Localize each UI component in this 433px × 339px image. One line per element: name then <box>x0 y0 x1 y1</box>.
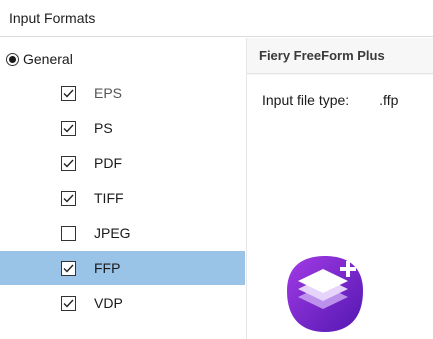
format-checkbox[interactable] <box>61 190 76 206</box>
checkmark-icon <box>63 194 74 203</box>
format-checkbox[interactable] <box>61 225 76 241</box>
format-checkbox[interactable] <box>61 85 76 101</box>
checkmark-icon <box>63 89 74 98</box>
section-header: Input Formats <box>0 0 433 37</box>
format-checkbox[interactable] <box>61 120 76 136</box>
checkmark-icon <box>63 124 74 133</box>
details-title: Fiery FreeForm Plus <box>259 48 385 63</box>
checkmark-icon <box>63 264 74 273</box>
property-value: .ffp <box>379 92 399 108</box>
checkmark-icon <box>63 299 74 308</box>
format-label: PDF <box>94 155 122 171</box>
details-body: Input file type: .ffp <box>247 75 433 339</box>
radio-selected-dot <box>9 55 16 63</box>
format-checkbox[interactable] <box>61 155 76 171</box>
format-item-ffp[interactable]: FFP <box>0 251 245 285</box>
format-item-eps[interactable]: EPS <box>0 76 245 110</box>
property-label: Input file type: <box>262 92 350 108</box>
format-checkbox[interactable] <box>61 295 76 311</box>
general-radio-button[interactable] <box>6 52 19 66</box>
format-item-pdf[interactable]: PDF <box>0 146 245 180</box>
general-radio-label: General <box>23 51 73 67</box>
format-item-vdp[interactable]: VDP <box>0 286 245 320</box>
details-header: Fiery FreeForm Plus <box>247 38 433 74</box>
general-radio-option[interactable]: General <box>6 49 73 69</box>
format-label: VDP <box>94 295 123 311</box>
input-file-type-row: Input file type: .ffp <box>262 92 398 108</box>
format-label: PS <box>94 120 113 136</box>
format-item-ps[interactable]: PS <box>0 111 245 145</box>
section-title: Input Formats <box>9 10 96 26</box>
stacked-layers-plus-icon <box>287 256 363 332</box>
format-label: JPEG <box>94 225 131 241</box>
format-label: TIFF <box>94 190 124 206</box>
format-list-pane: General EPS PS PDF TIFF JPEG FFP VDP <box>0 38 247 339</box>
format-checkbox[interactable] <box>61 260 76 276</box>
input-formats-panel: Input Formats General EPS PS PDF TIFF JPEG FF… <box>0 0 433 339</box>
format-label: FFP <box>94 260 121 276</box>
format-label: EPS <box>94 85 123 101</box>
details-pane: Fiery FreeForm Plus Input file type: .ff… <box>247 38 433 339</box>
format-item-tiff[interactable]: TIFF <box>0 181 245 215</box>
checkmark-icon <box>63 159 74 168</box>
format-item-jpeg[interactable]: JPEG <box>0 216 245 250</box>
